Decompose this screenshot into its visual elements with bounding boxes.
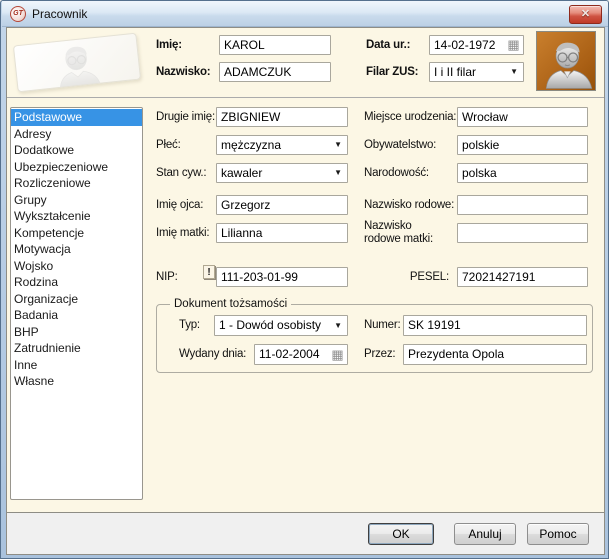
- wydany-dnia-input[interactable]: 11-02-2004 ▦: [254, 344, 348, 365]
- sidebar-item-adresy[interactable]: Adresy: [11, 126, 142, 143]
- sidebar-item-wyksztalcenie[interactable]: Wykształcenie: [11, 208, 142, 225]
- group-title: Dokument tożsamości: [170, 297, 292, 311]
- nazwisko-label: Nazwisko:: [156, 66, 211, 78]
- sidebar-item-wojsko[interactable]: Wojsko: [11, 258, 142, 275]
- sidebar-item-bhp[interactable]: BHP: [11, 324, 142, 341]
- wydany-dnia-value: 11-02-2004: [259, 347, 320, 361]
- data-ur-value: 14-02-1972: [434, 38, 496, 52]
- obywatelstwo-label: Obywatelstwo:: [364, 139, 437, 151]
- nazwisko-rodowe-matki-input[interactable]: [457, 223, 588, 243]
- plec-dropdown[interactable]: mężczyzna ▼: [216, 135, 348, 155]
- numer-label: Numer:: [364, 319, 401, 331]
- header-divider: [7, 97, 604, 98]
- nazwisko-rodowe-label: Nazwisko rodowe:: [364, 199, 455, 211]
- przez-input[interactable]: Prezydenta Opola: [403, 344, 587, 365]
- sidebar-item-wlasne[interactable]: Własne: [11, 373, 142, 390]
- sidebar-item-rozliczeniowe[interactable]: Rozliczeniowe: [11, 175, 142, 192]
- sidebar-item-inne[interactable]: Inne: [11, 357, 142, 374]
- nazwisko-input[interactable]: ADAMCZUK: [219, 62, 331, 82]
- narodowosc-input[interactable]: polska: [457, 163, 588, 183]
- close-button[interactable]: ✕: [569, 5, 602, 24]
- imie-label: Imię:: [156, 39, 182, 51]
- imie-matki-input[interactable]: Lilianna: [216, 223, 348, 243]
- calendar-icon[interactable]: ▦: [506, 37, 521, 52]
- przez-label: Przez:: [364, 348, 396, 360]
- window-title: Pracownik: [32, 7, 88, 21]
- chevron-down-icon: ▼: [334, 168, 342, 177]
- pesel-input[interactable]: 72021427191: [457, 267, 588, 287]
- narodowosc-label: Narodowość:: [364, 167, 429, 179]
- sidebar-item-zatrudnienie[interactable]: Zatrudnienie: [11, 340, 142, 357]
- nip-input[interactable]: 111-203-01-99: [216, 267, 348, 287]
- pracownik-dialog: GT Pracownik ✕ Imię: KAROL Nazwisko: ADA…: [0, 0, 609, 559]
- person-avatar-icon: [545, 42, 593, 89]
- stan-cyw-value: kawaler: [221, 166, 263, 180]
- data-ur-input[interactable]: 14-02-1972 ▦: [429, 35, 524, 55]
- sidebar-item-organizacje[interactable]: Organizacje: [11, 291, 142, 308]
- imie-ojca-label: Imię ojca:: [156, 199, 204, 211]
- filar-zus-label: Filar ZUS:: [366, 66, 419, 78]
- miejsce-urodzenia-input[interactable]: Wrocław: [457, 107, 588, 127]
- sidebar-item-motywacja[interactable]: Motywacja: [11, 241, 142, 258]
- data-ur-label: Data ur.:: [366, 39, 411, 51]
- wydany-dnia-label: Wydany dnia:: [179, 348, 247, 360]
- chevron-down-icon: ▼: [334, 140, 342, 149]
- drugie-imie-input[interactable]: ZBIGNIEW: [216, 107, 348, 127]
- chevron-down-icon: ▼: [334, 321, 342, 330]
- imie-ojca-input[interactable]: Grzegorz: [216, 195, 348, 215]
- app-logo-icon: GT: [10, 6, 26, 22]
- plec-value: mężczyzna: [221, 138, 282, 152]
- nazwisko-rodowe-matki-label: Nazwisko rodowe matki:: [364, 220, 433, 245]
- sidebar-item-podstawowe[interactable]: Podstawowe: [11, 109, 142, 126]
- anuluj-button[interactable]: Anuluj: [454, 523, 516, 545]
- obywatelstwo-input[interactable]: polskie: [457, 135, 588, 155]
- sidebar-item-rodzina[interactable]: Rodzina: [11, 274, 142, 291]
- sidebar-item-ubezpieczeniowe[interactable]: Ubezpieczeniowe: [11, 159, 142, 176]
- imie-input[interactable]: KAROL: [219, 35, 331, 55]
- category-listbox: Podstawowe Adresy Dodatkowe Ubezpieczeni…: [10, 107, 143, 500]
- sidebar-item-badania[interactable]: Badania: [11, 307, 142, 324]
- drugie-imie-label: Drugie imię:: [156, 111, 215, 123]
- chevron-down-icon: ▼: [510, 67, 518, 76]
- pomoc-button[interactable]: Pomoc: [527, 523, 589, 545]
- nip-label: NIP:: [156, 271, 178, 283]
- stan-cyw-label: Stan cyw.:: [156, 167, 207, 179]
- filar-zus-value: I i II filar: [434, 65, 477, 79]
- title-bar[interactable]: GT Pracownik ✕: [2, 1, 608, 27]
- numer-input[interactable]: SK 19191: [403, 315, 587, 336]
- pesel-label: PESEL:: [409, 271, 449, 283]
- employee-photo[interactable]: [536, 31, 596, 91]
- sidebar-item-grupy[interactable]: Grupy: [11, 192, 142, 209]
- typ-value: 1 - Dowód osobisty: [219, 318, 322, 332]
- typ-dropdown[interactable]: 1 - Dowód osobisty ▼: [214, 315, 348, 336]
- typ-label: Typ:: [179, 319, 200, 331]
- ok-button[interactable]: OK: [368, 523, 434, 545]
- sidebar-item-dodatkowe[interactable]: Dodatkowe: [11, 142, 142, 159]
- calendar-icon[interactable]: ▦: [330, 347, 345, 362]
- person-watermark-icon: [59, 46, 102, 91]
- miejsce-urodzenia-label: Miejsce urodzenia:: [364, 111, 457, 123]
- stan-cyw-dropdown[interactable]: kawaler ▼: [216, 163, 348, 183]
- plec-label: Płeć:: [156, 139, 181, 151]
- filar-zus-dropdown[interactable]: I i II filar ▼: [429, 62, 524, 82]
- sidebar-item-kompetencje[interactable]: Kompetencje: [11, 225, 142, 242]
- nazwisko-rodowe-input[interactable]: [457, 195, 588, 215]
- imie-matki-label: Imię matki:: [156, 227, 210, 239]
- validation-warning-icon: !: [203, 265, 215, 279]
